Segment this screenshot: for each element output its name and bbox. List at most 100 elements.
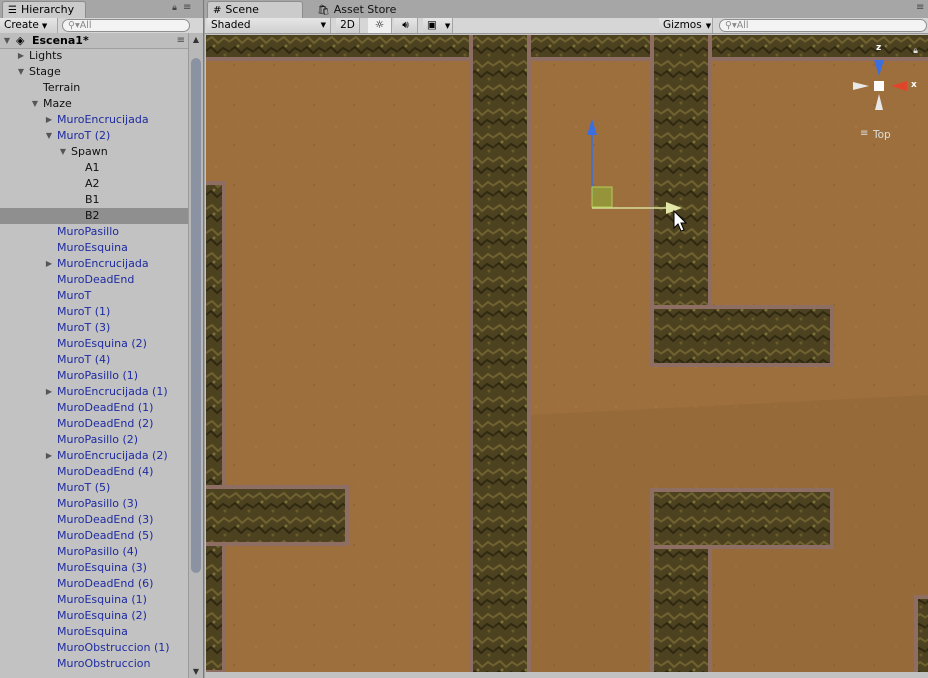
hierarchy-row[interactable]: ▶ MuroEncrucijada (1) xyxy=(0,384,189,400)
hierarchy-row[interactable]: ▶ MuroEncrucijada xyxy=(0,256,189,272)
hierarchy-row[interactable]: MuroDeadEnd (2) xyxy=(0,416,189,432)
gizmos-label: Gizmos xyxy=(663,19,702,31)
hierarchy-row[interactable]: A1 xyxy=(0,160,189,176)
tab-asset-store[interactable]: 🛍︎ Asset Store xyxy=(311,1,421,18)
hierarchy-row[interactable]: MuroPasillo (4) xyxy=(0,544,189,560)
scene-name: Escena1* xyxy=(32,34,89,47)
hierarchy-row[interactable]: MuroEsquina (1) xyxy=(0,592,189,608)
scrollbar-thumb[interactable] xyxy=(191,58,201,573)
hierarchy-row[interactable]: A2 xyxy=(0,176,189,192)
hierarchy-row[interactable]: MuroEsquina (2) xyxy=(0,608,189,624)
effects-dropdown[interactable]: ▣ ▼ xyxy=(423,18,453,33)
hierarchy-row[interactable]: MuroT (4) xyxy=(0,352,189,368)
hierarchy-row[interactable]: ▶ MuroEncrucijada (2) xyxy=(0,448,189,464)
hierarchy-item-label: MuroPasillo (2) xyxy=(57,433,139,446)
lock-icon[interactable]: 🔒︎ xyxy=(911,46,920,56)
hierarchy-item-label: MuroT xyxy=(57,289,92,302)
scene-viewport[interactable] xyxy=(206,35,928,672)
chevron-right-icon[interactable]: ▶ xyxy=(45,256,53,272)
hierarchy-row[interactable]: ▶ Lights xyxy=(0,48,189,64)
hierarchy-item-label: Spawn xyxy=(71,145,108,158)
lock-icon[interactable]: 🔒︎ xyxy=(170,3,179,13)
dropdown-icon: ▼ xyxy=(41,22,48,30)
hierarchy-row[interactable]: MuroObstruccion xyxy=(0,656,189,672)
hierarchy-row[interactable]: Terrain xyxy=(0,80,189,96)
hierarchy-row[interactable]: MuroPasillo (3) xyxy=(0,496,189,512)
scene-search-input[interactable]: ⚲▾All xyxy=(719,19,927,32)
orientation-gizmo[interactable]: z x ≡ Top xyxy=(845,43,925,144)
hierarchy-item-label: MuroEncrucijada xyxy=(57,113,149,126)
scroll-down-icon[interactable]: ▼ xyxy=(189,667,203,676)
hierarchy-row[interactable]: B2 xyxy=(0,208,189,224)
scroll-up-icon[interactable]: ▲ xyxy=(189,35,203,44)
hierarchy-row[interactable]: MuroPasillo (1) xyxy=(0,368,189,384)
chevron-down-icon[interactable]: ▼ xyxy=(59,144,67,160)
hierarchy-row[interactable]: MuroT (5) xyxy=(0,480,189,496)
gizmo-plane-handle[interactable] xyxy=(591,186,613,208)
hierarchy-item-label: MuroEsquina xyxy=(57,241,128,254)
view-menu-icon[interactable]: ≡ xyxy=(860,128,868,139)
hierarchy-row[interactable]: MuroEsquina (3) xyxy=(0,560,189,576)
tab-hierarchy[interactable]: ☰ Hierarchy xyxy=(2,1,86,18)
hierarchy-item-label: MuroPasillo xyxy=(57,225,119,238)
hierarchy-row[interactable]: MuroDeadEnd (4) xyxy=(0,464,189,480)
hierarchy-row[interactable]: MuroDeadEnd (5) xyxy=(0,528,189,544)
chevron-right-icon[interactable]: ▶ xyxy=(45,384,53,400)
shading-mode-dropdown[interactable]: Shaded ▼ xyxy=(207,18,331,33)
list-icon: ☰ xyxy=(8,5,17,16)
hierarchy-row[interactable]: ▼ Spawn xyxy=(0,144,189,160)
hierarchy-row[interactable]: MuroEsquina xyxy=(0,240,189,256)
scene-toolbar: Shaded ▼ 2D ☼ 🔊︎ ▣ ▼ Gizmos ▼ ⚲▾All xyxy=(205,18,928,34)
lighting-toggle[interactable]: ☼ xyxy=(368,18,392,33)
scene-root-row[interactable]: ▼ ◈ Escena1* ≡ xyxy=(0,33,189,49)
hierarchy-item-label: MuroDeadEnd (2) xyxy=(57,417,154,430)
scene-menu-icon[interactable]: ≡ xyxy=(916,3,924,13)
hierarchy-scrollbar[interactable]: ▲ ▼ xyxy=(188,33,203,678)
hierarchy-row[interactable]: MuroDeadEnd (3) xyxy=(0,512,189,528)
hierarchy-row[interactable]: MuroT (3) xyxy=(0,320,189,336)
hierarchy-panel: ☰ Hierarchy 🔒︎ ≡ Create ▼ ⚲▾All ▼ ◈ Escena… xyxy=(0,0,204,678)
chevron-down-icon[interactable]: ▼ xyxy=(45,128,53,144)
audio-toggle[interactable]: 🔊︎ xyxy=(394,18,418,33)
view-label[interactable]: Top xyxy=(873,129,891,141)
hierarchy-row[interactable]: MuroPasillo (2) xyxy=(0,432,189,448)
toggle-2d-button[interactable]: 2D xyxy=(336,18,360,33)
hierarchy-item-label: MuroDeadEnd (3) xyxy=(57,513,154,526)
hierarchy-row[interactable]: MuroPasillo xyxy=(0,224,189,240)
scene-panel: # Scene 🛍︎ Asset Store ≡ Shaded ▼ 2D ☼ 🔊︎ ▣… xyxy=(205,0,928,678)
hierarchy-item-label: Stage xyxy=(29,65,61,78)
axis-neg-z-cone-icon[interactable] xyxy=(875,94,883,110)
chevron-right-icon[interactable]: ▶ xyxy=(45,112,53,128)
scene-menu-icon[interactable]: ≡ xyxy=(177,33,185,48)
hierarchy-row[interactable]: ▼ MuroT (2) xyxy=(0,128,189,144)
hierarchy-row[interactable]: MuroT xyxy=(0,288,189,304)
chevron-right-icon[interactable]: ▶ xyxy=(45,448,53,464)
hierarchy-row[interactable]: ▼ Maze xyxy=(0,96,189,112)
dropdown-icon: ▼ xyxy=(705,22,712,30)
hierarchy-row[interactable]: MuroEsquina xyxy=(0,624,189,640)
hierarchy-row[interactable]: B1 xyxy=(0,192,189,208)
hierarchy-row[interactable]: MuroDeadEnd (6) xyxy=(0,576,189,592)
gizmos-dropdown[interactable]: Gizmos ▼ xyxy=(659,18,713,33)
hierarchy-row[interactable]: ▼ Stage xyxy=(0,64,189,80)
hierarchy-row[interactable]: ▶ MuroEncrucijada xyxy=(0,112,189,128)
chevron-down-icon[interactable]: ▼ xyxy=(17,64,25,80)
hierarchy-row[interactable]: MuroDeadEnd (1) xyxy=(0,400,189,416)
orientation-center-cube[interactable] xyxy=(874,81,884,91)
chevron-down-icon[interactable]: ▼ xyxy=(31,96,39,112)
axis-x-cone-icon[interactable] xyxy=(891,81,907,91)
axis-neg-x-cone-icon[interactable] xyxy=(853,82,869,90)
create-button[interactable]: Create ▼ xyxy=(0,18,58,33)
hierarchy-search-input[interactable]: ⚲▾All xyxy=(62,19,190,32)
chevron-down-icon[interactable]: ▼ xyxy=(3,33,11,48)
tab-scene[interactable]: # Scene xyxy=(207,1,303,18)
panel-menu-icon[interactable]: ≡ xyxy=(183,3,191,13)
hierarchy-row[interactable]: MuroEsquina (2) xyxy=(0,336,189,352)
hierarchy-row[interactable]: MuroObstruccion (1) xyxy=(0,640,189,656)
hierarchy-item-label: MuroDeadEnd (1) xyxy=(57,401,154,414)
axis-z-cone-icon[interactable] xyxy=(874,60,884,76)
hierarchy-row[interactable]: MuroT (1) xyxy=(0,304,189,320)
shopping-bag-icon: 🛍︎ xyxy=(317,5,330,16)
hierarchy-row[interactable]: MuroDeadEnd xyxy=(0,272,189,288)
chevron-right-icon[interactable]: ▶ xyxy=(17,48,25,64)
